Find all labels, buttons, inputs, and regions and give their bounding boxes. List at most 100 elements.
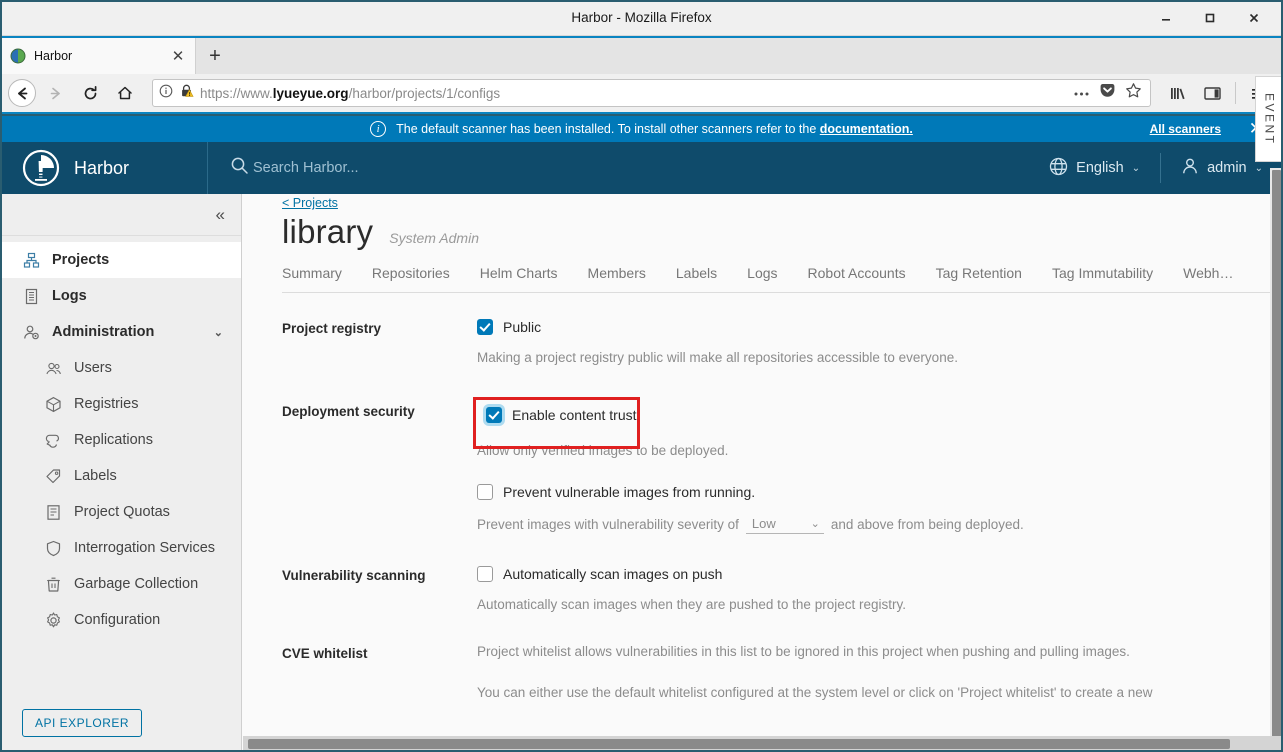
tab-tag-immutability[interactable]: Tag Immutability (1052, 259, 1171, 292)
sidebar-item-replications[interactable]: Replications (0, 422, 241, 458)
info-icon: i (370, 121, 387, 137)
logs-icon (22, 287, 40, 305)
sidebar-item-projects[interactable]: Projects (0, 242, 241, 278)
sidebar-item-interrogation-services[interactable]: Interrogation Services (0, 530, 241, 566)
registries-icon (44, 395, 62, 413)
section-vulnerability-scanning: Vulnerability scanning Automatically sca… (282, 566, 1283, 612)
projects-icon (22, 251, 40, 269)
prevent-vulnerable-images-label: Prevent vulnerable images from running. (503, 484, 756, 500)
horizontal-scrollbar-thumb[interactable] (248, 739, 1230, 749)
auto-scan-checkbox-row[interactable]: Automatically scan images on push (477, 566, 1283, 582)
window-controls (1145, 0, 1275, 36)
sidebar-item-label: Administration (52, 324, 155, 340)
sidebar-item-administration[interactable]: Administration ⌄ (0, 314, 241, 350)
harbor-header-right: English ⌄ admin ⌄ (1029, 142, 1283, 194)
public-checkbox[interactable] (477, 319, 493, 335)
maximize-button[interactable] (1189, 3, 1231, 33)
replications-icon (44, 431, 62, 449)
severity-select[interactable]: Low ⌄ (745, 515, 824, 534)
sidebar-item-label: Garbage Collection (74, 576, 199, 592)
page-actions-icon[interactable] (1073, 84, 1090, 102)
project-role-badge: System Admin (389, 230, 479, 246)
tab-summary[interactable]: Summary (282, 259, 360, 292)
bookmark-star-icon[interactable] (1125, 82, 1142, 104)
scanner-notice-banner: i The default scanner has been installed… (0, 116, 1283, 142)
language-selector[interactable]: English ⌄ (1029, 142, 1160, 194)
language-label: English (1076, 160, 1124, 176)
project-registry-label: Project registry (282, 321, 382, 336)
minimize-button[interactable] (1145, 3, 1187, 33)
prevent-vulnerable-checkbox-row[interactable]: Prevent vulnerable images from running. (477, 484, 1283, 500)
documentation-link[interactable]: documentation. (820, 122, 913, 136)
page-info-icon[interactable] (159, 84, 173, 103)
new-tab-button[interactable]: + (196, 38, 234, 74)
vulnerability-scanning-helper: Automatically scan images when they are … (477, 597, 906, 612)
sidebar-item-garbage-collection[interactable]: Garbage Collection (0, 566, 241, 602)
public-checkbox-row[interactable]: Public (477, 319, 1283, 335)
breadcrumb[interactable]: < Projects (282, 194, 338, 210)
harbor-brand[interactable]: Harbor (0, 142, 208, 194)
sidebar-item-label: Project Quotas (74, 504, 170, 520)
back-button[interactable] (8, 79, 36, 107)
tab-members[interactable]: Members (588, 259, 664, 292)
url-text[interactable]: https://www.lyueyue.org/harbor/projects/… (200, 86, 1067, 101)
lock-warning-icon[interactable] (179, 83, 194, 103)
harbor-app: i The default scanner has been installed… (0, 116, 1283, 752)
sidebar-item-labels[interactable]: Labels (0, 458, 241, 494)
browser-tab[interactable]: Harbor ✕ (0, 38, 196, 74)
cve-whitelist-helper-1: Project whitelist allows vulnerabilities… (477, 644, 1130, 659)
sidebar-item-project-quotas[interactable]: Project Quotas (0, 494, 241, 530)
pocket-icon[interactable] (1099, 82, 1116, 104)
page-title: library (282, 213, 374, 250)
tab-robot-accounts[interactable]: Robot Accounts (808, 259, 924, 292)
chevron-down-icon: ⌄ (810, 518, 820, 530)
tab-helm-charts[interactable]: Helm Charts (480, 259, 576, 292)
harbor-search[interactable]: Search Harbor... (208, 156, 359, 180)
sidebar-collapse-row[interactable]: « (0, 194, 241, 236)
prevent-vulnerable-images-checkbox[interactable] (477, 484, 493, 500)
url-bar[interactable]: https://www.lyueyue.org/harbor/projects/… (152, 79, 1151, 107)
severity-prefix-text: Prevent images with vulnerability severi… (477, 517, 739, 532)
collapse-icon[interactable]: « (216, 205, 225, 225)
sidebar-item-logs[interactable]: Logs (0, 278, 241, 314)
tab-labels[interactable]: Labels (676, 259, 735, 292)
section-deployment-security: Deployment security Enable content trust… (282, 397, 1283, 534)
browser-tabstrip: Harbor ✕ + (0, 36, 1283, 74)
vertical-scrollbar-thumb[interactable] (1272, 170, 1281, 740)
reload-button[interactable] (74, 78, 106, 108)
tab-logs[interactable]: Logs (747, 259, 795, 292)
auto-scan-images-checkbox[interactable] (477, 566, 493, 582)
sidebar-item-users[interactable]: Users (0, 350, 241, 386)
sidebar-item-registries[interactable]: Registries (0, 386, 241, 422)
chevron-down-icon: ⌄ (213, 326, 223, 339)
close-button[interactable] (1233, 3, 1275, 33)
library-icon[interactable] (1162, 78, 1194, 108)
search-placeholder: Search Harbor... (253, 160, 359, 176)
forward-button[interactable] (39, 78, 71, 108)
sidebar-item-label: Registries (74, 396, 139, 412)
project-registry-helper: Making a project registry public will ma… (477, 350, 958, 365)
url-action-icons (1073, 82, 1144, 104)
tab-repositories[interactable]: Repositories (372, 259, 468, 292)
home-button[interactable] (109, 78, 141, 108)
api-explorer-button[interactable]: API EXPLORER (22, 709, 143, 737)
sidebar-icon[interactable] (1196, 78, 1228, 108)
tab-close-icon[interactable]: ✕ (169, 47, 187, 65)
garbage-collection-icon (44, 575, 62, 593)
user-icon (1181, 157, 1199, 179)
cve-whitelist-label: CVE whitelist (282, 646, 368, 661)
sidebar-item-label: Replications (74, 432, 153, 448)
notice-message: i The default scanner has been installed… (0, 121, 1283, 137)
sidebar-item-label: Logs (52, 288, 87, 304)
content-trust-checkbox-row[interactable]: Enable content trust (477, 398, 1283, 432)
sidebar-item-configuration[interactable]: Configuration (0, 602, 241, 638)
enable-content-trust-checkbox[interactable] (486, 407, 502, 423)
configuration-icon (44, 611, 62, 629)
all-scanners-link[interactable]: All scanners (1150, 122, 1221, 136)
toolbar-divider (1235, 82, 1236, 104)
tab-tag-retention[interactable]: Tag Retention (936, 259, 1040, 292)
project-tabs: Summary Repositories Helm Charts Members… (282, 259, 1283, 293)
browser-navbar: https://www.lyueyue.org/harbor/projects/… (0, 74, 1283, 114)
tab-webhooks[interactable]: Webh… (1183, 259, 1251, 292)
event-panel-tab[interactable]: EVENT (1255, 76, 1283, 162)
